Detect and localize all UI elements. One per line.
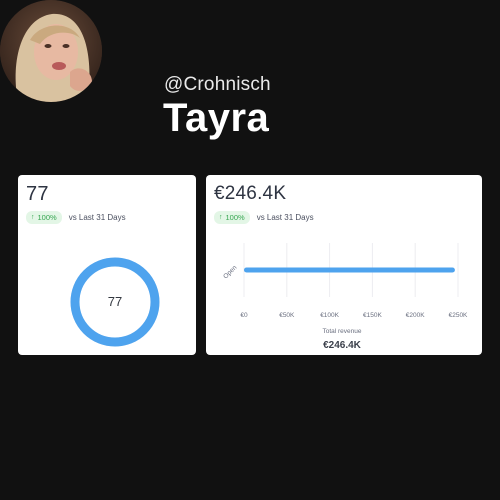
chart-y-labels: Open <box>222 264 238 280</box>
total-revenue-label: Total revenue <box>322 328 361 335</box>
total-revenue-value: €246.4K <box>323 340 362 351</box>
profile-name: Tayra <box>163 96 270 140</box>
revenue-card[interactable]: €246.4K ↑ 100% vs Last 31 Days €0 €50K €10… <box>206 175 482 355</box>
donut-center-label: 77 <box>108 294 122 309</box>
profile-handle: @Crohnisch <box>164 74 271 95</box>
chart-bars <box>244 267 455 273</box>
x-tick-label: €150K <box>363 312 382 319</box>
donut-chart: 77 <box>70 257 160 347</box>
x-tick-label: €50K <box>279 312 295 319</box>
bar[interactable] <box>244 267 455 273</box>
chart-x-ticks: €0 €50K €100K €150K €200K €250K <box>240 312 468 319</box>
x-tick-label: €0 <box>240 312 248 319</box>
revenue-bar-chart: €0 €50K €100K €150K €200K €250K Open Total re… <box>222 243 468 351</box>
avatar[interactable] <box>0 0 102 102</box>
x-tick-label: €250K <box>449 312 468 319</box>
x-tick-label: €100K <box>320 312 339 319</box>
followers-card[interactable]: 77 ↑ 100% vs Last 31 Days 77 <box>18 175 196 355</box>
x-tick-label: €200K <box>406 312 425 319</box>
y-category-label: Open <box>222 264 238 280</box>
avatar-photo <box>0 0 102 102</box>
